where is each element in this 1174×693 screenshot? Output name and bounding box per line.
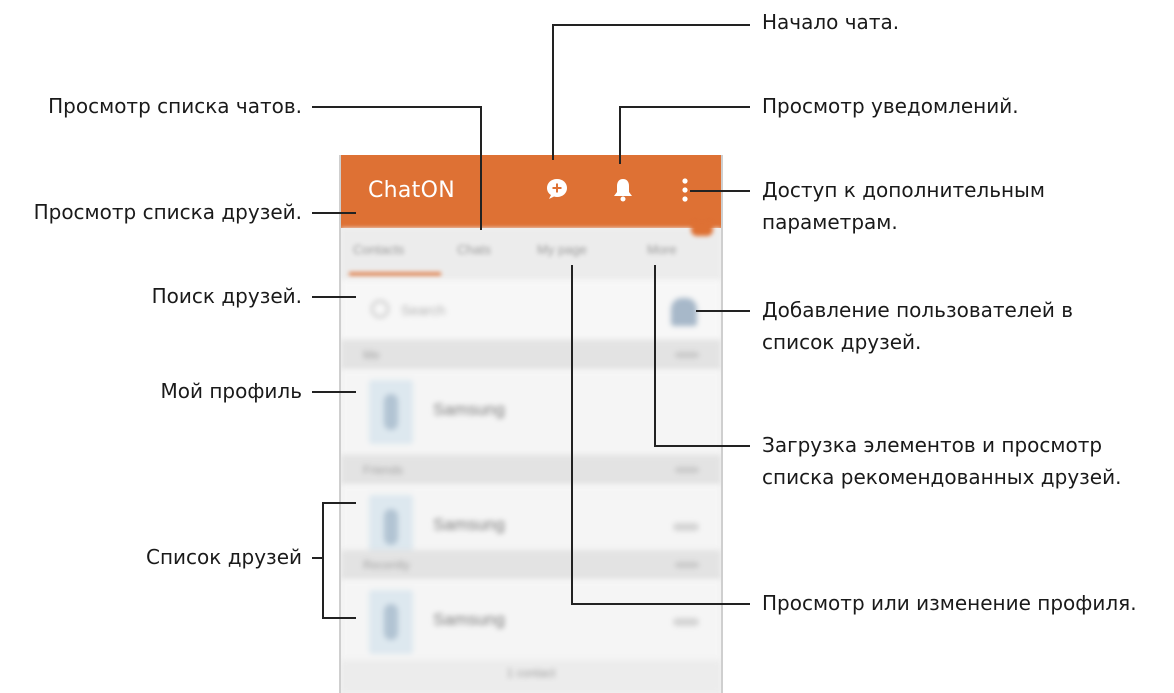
callout-add-users-1: Добавление пользователей в [762, 298, 1074, 322]
bracket-line [322, 502, 324, 619]
friend-name: Samsung [433, 515, 505, 534]
friend-row[interactable]: Samsung [341, 580, 721, 665]
callout-line [696, 310, 750, 312]
callout-start-chat: Начало чата. [762, 10, 900, 34]
callout-line [312, 391, 356, 393]
phone-screenshot: ChatON Contacts Chats My page More Searc… [339, 155, 723, 693]
section-header-friends: Friends [341, 455, 721, 485]
callout-line [312, 106, 482, 108]
search-icon [371, 300, 389, 318]
notification-badge [691, 222, 713, 236]
section-header-me: Me [341, 340, 721, 370]
add-user-icon[interactable] [671, 298, 697, 326]
search-input[interactable]: Search [401, 302, 445, 318]
section-label: Recently [363, 558, 410, 572]
callout-line [480, 106, 482, 230]
tab-more[interactable]: More [647, 242, 677, 257]
callout-line [552, 24, 750, 26]
section-action [675, 562, 699, 568]
avatar [369, 590, 413, 654]
callout-chat-list: Просмотр списка чатов. [48, 94, 302, 118]
section-label: Me [363, 348, 380, 362]
callout-more-options-1: Доступ к дополнительным [762, 178, 1045, 202]
callout-add-users-2: список друзей. [762, 330, 922, 354]
profile-name: Samsung [433, 400, 505, 419]
app-bar: ChatON [341, 155, 721, 228]
callout-friends-list-view: Просмотр списка друзей. [33, 200, 302, 224]
friend-status [673, 618, 699, 626]
bracket-line [322, 502, 356, 504]
bell-icon[interactable] [612, 177, 634, 203]
tab-bar: Contacts Chats My page More [341, 222, 721, 280]
callout-line [619, 106, 750, 108]
callout-download-2: списка рекомендованных друзей. [762, 465, 1122, 489]
callout-my-profile: Мой профиль [160, 379, 302, 403]
tab-my-page[interactable]: My page [537, 242, 587, 257]
section-action [675, 352, 699, 358]
callout-line [619, 106, 621, 164]
section-label: Friends [363, 463, 404, 477]
callout-download-1: Загрузка элементов и просмотр [762, 433, 1103, 457]
tab-chats[interactable]: Chats [457, 242, 491, 257]
callout-search-friends: Поиск друзей. [151, 284, 302, 308]
callout-line [552, 24, 554, 160]
callout-line [312, 296, 356, 298]
callout-line [690, 190, 750, 192]
callout-profile-edit: Просмотр или изменение профиля. [762, 591, 1137, 615]
section-header-recent: Recently [341, 550, 721, 580]
contact-count-bar: 1 contact [341, 660, 721, 693]
avatar [369, 380, 413, 444]
chat-plus-icon[interactable] [545, 177, 569, 201]
callout-line [654, 445, 750, 447]
overflow-menu-icon[interactable] [681, 177, 689, 205]
callout-line [654, 265, 656, 447]
section-action [675, 467, 699, 473]
callout-line [571, 265, 573, 605]
friend-name: Samsung [433, 610, 505, 629]
app-title: ChatON [368, 178, 455, 203]
tab-contacts[interactable]: Contacts [353, 242, 404, 257]
bracket-line [322, 617, 356, 619]
callout-friends-list: Список друзей [145, 545, 302, 569]
callout-line [571, 603, 750, 605]
my-profile-row[interactable]: Samsung [341, 370, 721, 455]
callout-more-options-2: параметрам. [762, 210, 898, 234]
friend-status [673, 523, 699, 531]
contact-count: 1 contact [506, 666, 556, 680]
search-row: Search [341, 280, 721, 340]
callout-notifications: Просмотр уведомлений. [762, 94, 1019, 118]
callout-line [312, 212, 356, 214]
tab-indicator [349, 272, 441, 276]
